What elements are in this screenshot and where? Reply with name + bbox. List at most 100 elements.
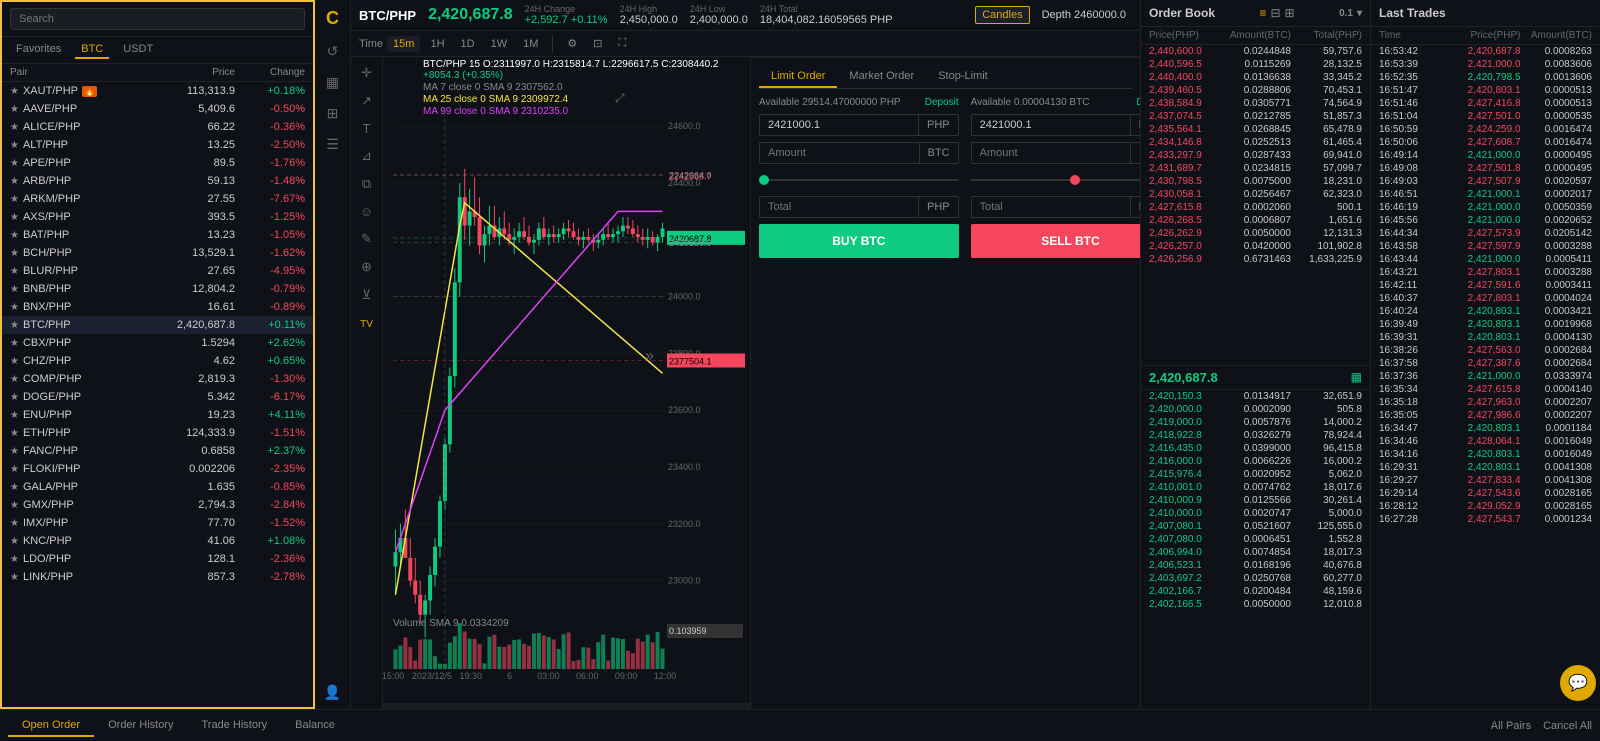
ob-ask-row[interactable]: 2,438,584.9 0.0305771 74,564.9 bbox=[1141, 97, 1370, 110]
orders-icon[interactable]: ☰ bbox=[326, 136, 339, 153]
ob-decimal-chevron[interactable]: ▾ bbox=[1357, 8, 1362, 19]
trade-history-tab[interactable]: Trade History bbox=[188, 715, 282, 737]
ob-bid-row[interactable]: 2,416,000.0 0.0066226 16,000.2 bbox=[1141, 455, 1370, 468]
candles-button[interactable]: Candles bbox=[975, 6, 1029, 24]
cancel-all-link[interactable]: Cancel All bbox=[1543, 720, 1592, 732]
ob-ask-row[interactable]: 2,430,798.5 0.0075000 18,231.0 bbox=[1141, 175, 1370, 188]
list-item[interactable]: ★ FLOKI/PHP 0.002206 -2.35% bbox=[2, 460, 313, 478]
ob-ask-row[interactable]: 2,433,297.9 0.0287433 69,941.0 bbox=[1141, 149, 1370, 162]
buy-deposit-link[interactable]: Deposit bbox=[925, 97, 959, 108]
list-item[interactable]: ★ LDO/PHP 128.1 -2.36% bbox=[2, 550, 313, 568]
ob-bid-row[interactable]: 2,410,001.0 0.0074762 18,017.6 bbox=[1141, 481, 1370, 494]
chat-bubble[interactable]: 💬 bbox=[1560, 665, 1596, 701]
list-item[interactable]: ★ COMP/PHP 2,819.3 -1.30% bbox=[2, 370, 313, 388]
ob-asks-view[interactable]: ⊞ bbox=[1285, 6, 1295, 20]
ob-bid-row[interactable]: 2,407,080.0 0.0006451 1,552.8 bbox=[1141, 533, 1370, 546]
zoom-icon[interactable]: ⊕ bbox=[361, 259, 372, 275]
ob-ask-row[interactable]: 2,440,400.0 0.0136638 33,345.2 bbox=[1141, 71, 1370, 84]
chart-bar-icon[interactable]: ▦ bbox=[326, 74, 339, 91]
candlestick-icon[interactable]: ⊞ bbox=[327, 105, 339, 122]
list-item[interactable]: ★ BNX/PHP 16.61 -0.89% bbox=[2, 298, 313, 316]
list-item[interactable]: ★ BLUR/PHP 27.65 -4.95% bbox=[2, 262, 313, 280]
text-icon[interactable]: T bbox=[363, 121, 371, 136]
ob-bid-row[interactable]: 2,420,150.3 0.0134917 32,651.9 bbox=[1141, 390, 1370, 403]
list-item[interactable]: ★ KNC/PHP 41.06 +1.08% bbox=[2, 532, 313, 550]
sell-amount-input[interactable] bbox=[972, 143, 1131, 163]
list-item[interactable]: ★ BCH/PHP 13,529.1 -1.62% bbox=[2, 244, 313, 262]
all-pairs-link[interactable]: All Pairs bbox=[1491, 720, 1531, 732]
sell-button[interactable]: SELL BTC bbox=[971, 224, 1140, 258]
list-item[interactable]: ★ APE/PHP 89.5 -1.76% bbox=[2, 154, 313, 172]
ob-bid-row[interactable]: 2,407,080.1 0.0521607 125,555.0 bbox=[1141, 520, 1370, 533]
list-item[interactable]: ★ IMX/PHP 77.70 -1.52% bbox=[2, 514, 313, 532]
chart-type-toggle[interactable]: ⊡ bbox=[587, 35, 608, 52]
list-item[interactable]: ★ ALT/PHP 13.25 -2.50% bbox=[2, 136, 313, 154]
tf-1w[interactable]: 1W bbox=[485, 36, 514, 52]
list-item[interactable]: ★ GMX/PHP 2,794.3 -2.84% bbox=[2, 496, 313, 514]
stop-limit-tab[interactable]: Stop-Limit bbox=[926, 66, 1000, 88]
ob-ask-row[interactable]: 2,426,257.0 0.0420000 101,902.8 bbox=[1141, 240, 1370, 253]
sidebar-tab-favorites[interactable]: Favorites bbox=[10, 41, 67, 59]
ob-bid-row[interactable]: 2,418,922.8 0.0326279 78,924.4 bbox=[1141, 429, 1370, 442]
list-item[interactable]: ★ AXS/PHP 393.5 -1.25% bbox=[2, 208, 313, 226]
buy-slider-thumb[interactable] bbox=[759, 175, 769, 185]
list-item[interactable]: ★ GALA/PHP 1.635 -0.85% bbox=[2, 478, 313, 496]
user-icon[interactable]: 👤 bbox=[324, 684, 341, 701]
order-history-tab[interactable]: Order History bbox=[94, 715, 187, 737]
list-item[interactable]: ★ DOGE/PHP 5.342 -6.17% bbox=[2, 388, 313, 406]
tf-1m[interactable]: 1M bbox=[517, 36, 544, 52]
list-item[interactable]: ★ ALICE/PHP 66.22 -0.36% bbox=[2, 118, 313, 136]
trend-line-icon[interactable]: ↗ bbox=[361, 93, 372, 109]
buy-total-input[interactable] bbox=[760, 197, 918, 217]
ob-bid-row[interactable]: 2,420,000.0 0.0002090 505.8 bbox=[1141, 403, 1370, 416]
ob-bid-row[interactable]: 2,410,000.9 0.0125566 30,261.4 bbox=[1141, 494, 1370, 507]
market-order-tab[interactable]: Market Order bbox=[837, 66, 926, 88]
tf-15m[interactable]: 15m bbox=[387, 36, 420, 52]
ob-bid-row[interactable]: 2,416,435.0 0.0399000 96,415.8 bbox=[1141, 442, 1370, 455]
ob-ask-row[interactable]: 2,426,256.9 0.6731463 1,633,225.9 bbox=[1141, 253, 1370, 266]
buy-button[interactable]: BUY BTC bbox=[759, 224, 959, 258]
tf-1h[interactable]: 1H bbox=[424, 36, 450, 52]
pencil-icon[interactable]: ✎ bbox=[361, 231, 372, 247]
list-item[interactable]: ★ LINK/PHP 857.3 -2.78% bbox=[2, 568, 313, 586]
ob-mid-chart-icon[interactable]: ▦ bbox=[1351, 370, 1362, 384]
buy-amount-input[interactable] bbox=[760, 143, 919, 163]
limit-order-tab[interactable]: Limit Order bbox=[759, 66, 837, 88]
sell-price-input[interactable] bbox=[972, 115, 1130, 135]
list-item[interactable]: ★ XAUT/PHP 🔥 113,313.9 +0.18% bbox=[2, 82, 313, 100]
ob-ask-row[interactable]: 2,440,600.0 0.0244848 59,757.6 bbox=[1141, 45, 1370, 58]
search-input[interactable] bbox=[10, 8, 305, 30]
ob-bid-row[interactable]: 2,410,000.0 0.0020747 5,000.0 bbox=[1141, 507, 1370, 520]
list-item[interactable]: ★ ARB/PHP 59.13 -1.48% bbox=[2, 172, 313, 190]
magnet-icon[interactable]: ⊻ bbox=[362, 287, 372, 303]
ob-all-view[interactable]: ≡ bbox=[1259, 6, 1266, 20]
ob-ask-row[interactable]: 2,440,596.5 0.0115269 28,132.5 bbox=[1141, 58, 1370, 71]
sidebar-tab-btc[interactable]: BTC bbox=[75, 41, 109, 59]
list-item[interactable]: ★ ARKM/PHP 27.55 -7.67% bbox=[2, 190, 313, 208]
list-item[interactable]: ★ BTC/PHP 2,420,687.8 +0.11% bbox=[2, 316, 313, 334]
list-item[interactable]: ★ ENU/PHP 19.23 +4.11% bbox=[2, 406, 313, 424]
ob-ask-row[interactable]: 2,439,460.5 0.0288806 70,453.1 bbox=[1141, 84, 1370, 97]
ob-bid-row[interactable]: 2,406,523.1 0.0168196 40,676.8 bbox=[1141, 559, 1370, 572]
sidebar-tab-usdt[interactable]: USDT bbox=[117, 41, 159, 59]
ob-bid-row[interactable]: 2,406,994.0 0.0074854 18,017.3 bbox=[1141, 546, 1370, 559]
list-item[interactable]: ★ ETH/PHP 124,333.9 -1.51% bbox=[2, 424, 313, 442]
ob-ask-row[interactable]: 2,430,058.1 0.0256467 62,323.0 bbox=[1141, 188, 1370, 201]
ob-bids-view[interactable]: ⊟ bbox=[1270, 6, 1280, 20]
fullscreen-toggle[interactable]: ⛶ bbox=[612, 35, 632, 52]
sell-total-input[interactable] bbox=[972, 197, 1130, 217]
ob-ask-row[interactable]: 2,434,146.8 0.0252513 61,465.4 bbox=[1141, 136, 1370, 149]
list-item[interactable]: ★ BNB/PHP 12,804.2 -0.79% bbox=[2, 280, 313, 298]
tv-icon[interactable]: TV bbox=[360, 319, 373, 330]
ob-bid-row[interactable]: 2,415,976.4 0.0020952 5,062.0 bbox=[1141, 468, 1370, 481]
ob-ask-row[interactable]: 2,426,262.9 0.0050000 12,131.3 bbox=[1141, 227, 1370, 240]
buy-price-input[interactable] bbox=[760, 115, 918, 135]
chart-scrollbar[interactable] bbox=[383, 703, 750, 709]
balance-tab[interactable]: Balance bbox=[281, 715, 349, 737]
ob-bid-row[interactable]: 2,419,000.0 0.0057876 14,000.2 bbox=[1141, 416, 1370, 429]
ob-ask-row[interactable]: 2,435,564.1 0.0268845 65,478.9 bbox=[1141, 123, 1370, 136]
measure-icon[interactable]: ⊿ bbox=[361, 148, 372, 164]
list-item[interactable]: ★ AAVE/PHP 5,409.6 -0.50% bbox=[2, 100, 313, 118]
ob-bid-row[interactable]: 2,402,166.7 0.0200484 48,159.6 bbox=[1141, 585, 1370, 598]
crosshair-icon[interactable]: ✛ bbox=[361, 65, 372, 81]
